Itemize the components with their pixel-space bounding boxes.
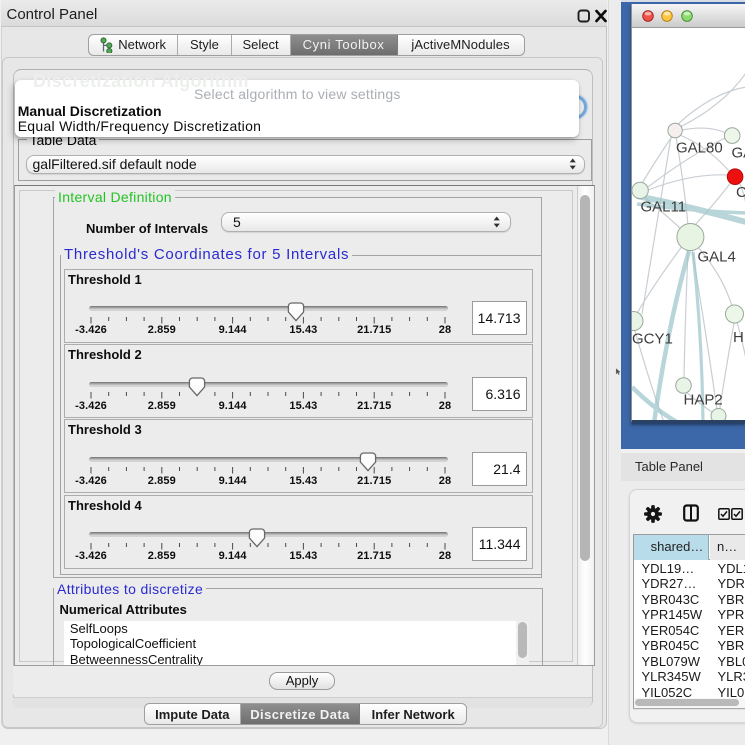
svg-text:GAL11: GAL11: [641, 199, 687, 216]
svg-text:HAP2: HAP2: [684, 392, 723, 409]
svg-text:GAL4: GAL4: [698, 249, 736, 266]
svg-text:GA: GA: [732, 145, 745, 162]
svg-text:H: H: [733, 329, 744, 346]
svg-text:GAL80: GAL80: [676, 140, 723, 157]
svg-text:C: C: [736, 184, 745, 201]
svg-text:GCY1: GCY1: [632, 331, 673, 348]
